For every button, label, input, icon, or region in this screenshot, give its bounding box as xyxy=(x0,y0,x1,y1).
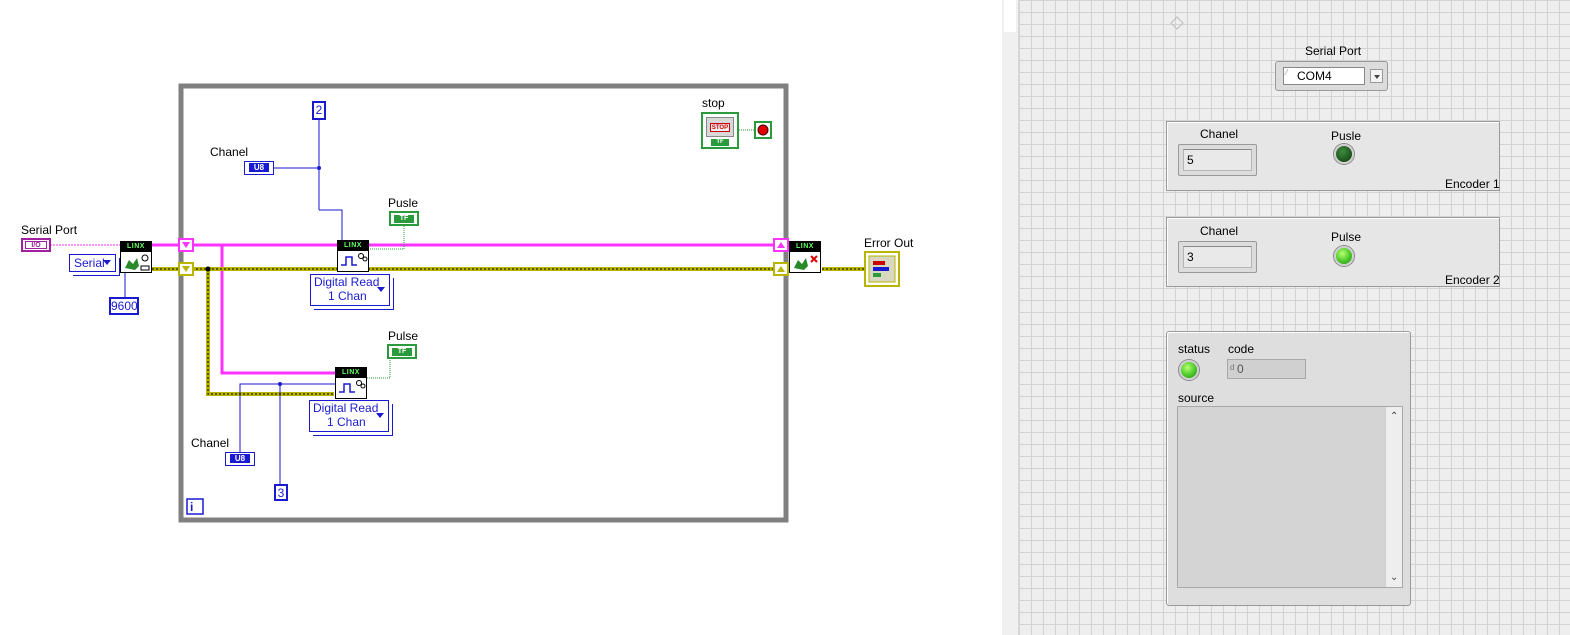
serial-mode-ring[interactable]: Serial xyxy=(69,254,116,272)
stop-button-terminal[interactable]: STOP TF xyxy=(701,112,739,149)
chevron-up-icon[interactable]: ⌃ xyxy=(1390,411,1398,422)
linx-close-vi[interactable]: LINX xyxy=(789,241,821,273)
linx-tag: LINX xyxy=(790,242,820,252)
digital-read-icon xyxy=(339,380,366,393)
serial-port-control[interactable]: ⁄ COM4 xyxy=(1275,61,1388,91)
encoder1-chanel-value[interactable]: 5 xyxy=(1183,149,1252,171)
numeric-radix-icon: d xyxy=(1230,363,1235,372)
stop-button-face: STOP xyxy=(706,117,734,137)
wire-layer xyxy=(50,83,864,523)
pusle-label: Pusle xyxy=(388,196,419,210)
u8-tag: U8 xyxy=(230,454,250,463)
encoder2-cluster[interactable]: Chanel 3 Pulse Encoder 2 xyxy=(1166,217,1500,287)
baud-rate-constant[interactable]: 9600 xyxy=(109,297,139,315)
pusle-indicator[interactable]: TF xyxy=(389,211,419,226)
refnum-wire[interactable] xyxy=(50,243,790,375)
pulse-indicator[interactable]: TF xyxy=(387,344,417,359)
digital-read-mode-ring-2[interactable]: Digital Read 1 Chan xyxy=(309,400,389,432)
chanel-bottom-terminal[interactable]: U8 xyxy=(225,452,255,466)
serial-mode-value: Serial xyxy=(74,256,105,270)
loop-condition-icon[interactable] xyxy=(754,121,772,139)
chanel-top-label: Chanel xyxy=(210,145,249,159)
serial-port-dropdown-button[interactable] xyxy=(1370,69,1383,83)
chanel-bottom-label: Chanel xyxy=(191,436,230,450)
serial-port-terminal[interactable]: I/O xyxy=(21,238,51,252)
linx-digital-read-vi-2[interactable]: LINX xyxy=(335,367,367,399)
tf-tag: TF xyxy=(711,139,729,146)
status-led[interactable] xyxy=(1179,360,1199,380)
encoder1-caption: Encoder 1 xyxy=(1445,177,1500,191)
boolean-wire[interactable] xyxy=(366,129,757,379)
chevron-down-icon xyxy=(1374,75,1380,79)
encoder2-chanel-control[interactable]: 3 xyxy=(1178,241,1257,273)
block-diagram: i Serial Port I/O Serial 9600 LINX Chane… xyxy=(0,0,1002,635)
encoder2-pulse-led[interactable] xyxy=(1334,246,1354,266)
code-label: code xyxy=(1228,342,1255,356)
io-icon: ⁄ xyxy=(1286,68,1288,77)
encoder2-chanel-label: Chanel xyxy=(1200,224,1239,238)
digital-read-icon xyxy=(341,253,368,266)
code-value: 0 xyxy=(1237,362,1244,376)
io-tag: I/O xyxy=(25,241,47,249)
linx-tag: LINX xyxy=(338,241,368,251)
encoder1-pulse-label: Pusle xyxy=(1331,129,1362,143)
front-panel: Serial Port ⁄ COM4 Chanel 5 Pusle Encode… xyxy=(1002,0,1570,635)
constant-2[interactable]: 2 xyxy=(312,101,326,120)
serial-port-value: COM4 xyxy=(1297,69,1332,83)
stop-label: stop xyxy=(702,96,725,110)
constant-3[interactable]: 3 xyxy=(274,484,288,501)
source-indicator[interactable]: ⌃ ⌄ xyxy=(1177,406,1403,588)
error-out-cluster[interactable]: status code d 0 source ⌃ ⌄ xyxy=(1166,331,1411,606)
error-cluster-icon xyxy=(868,255,896,283)
encoder1-chanel-label: Chanel xyxy=(1200,127,1239,141)
encoder1-chanel-control[interactable]: 5 xyxy=(1178,144,1257,176)
encoder1-pulse-led[interactable] xyxy=(1334,144,1354,164)
serial-port-label: Serial Port xyxy=(21,223,78,237)
status-label: status xyxy=(1178,342,1211,356)
encoder2-pulse-label: Pulse xyxy=(1331,230,1362,244)
front-panel-scrollbar[interactable] xyxy=(1002,0,1019,635)
linx-digital-read-vi-1[interactable]: LINX xyxy=(337,240,369,272)
chanel-top-terminal[interactable]: U8 xyxy=(244,161,274,175)
tf-tag: TF xyxy=(394,215,414,223)
while-loop-frame[interactable] xyxy=(178,83,789,523)
stop-tag: STOP xyxy=(710,123,730,132)
linx-open-icon xyxy=(125,254,150,271)
chevron-down-icon xyxy=(103,260,111,265)
error-out-label: Error Out xyxy=(864,236,914,250)
error-wire[interactable] xyxy=(152,266,864,396)
scrollbar-thumb[interactable] xyxy=(1004,0,1016,32)
encoder1-cluster[interactable]: Chanel 5 Pusle Encoder 1 xyxy=(1166,121,1500,191)
serial-port-field[interactable]: ⁄ COM4 xyxy=(1283,67,1365,85)
linx-open-vi[interactable]: LINX xyxy=(120,241,152,273)
pulse-label: Pulse xyxy=(388,329,419,343)
source-label: source xyxy=(1178,391,1215,405)
chevron-down-icon[interactable]: ⌄ xyxy=(1390,572,1398,583)
chevron-down-icon xyxy=(376,413,384,418)
chevron-down-icon xyxy=(377,287,385,292)
encoder2-caption: Encoder 2 xyxy=(1445,273,1500,287)
serial-port-label: Serial Port xyxy=(1305,44,1362,58)
linx-tag: LINX xyxy=(336,368,366,378)
linx-tag: LINX xyxy=(121,242,151,252)
u8-tag: U8 xyxy=(249,163,269,172)
linx-close-icon xyxy=(794,255,818,270)
source-scrollbar[interactable]: ⌃ ⌄ xyxy=(1385,407,1402,587)
code-indicator: d 0 xyxy=(1227,359,1306,379)
error-out-indicator[interactable] xyxy=(864,251,900,287)
digital-read-mode-ring-1[interactable]: Digital Read 1 Chan xyxy=(310,274,390,306)
encoder2-chanel-value[interactable]: 3 xyxy=(1183,246,1252,268)
origin-marker-icon xyxy=(1170,16,1184,30)
iteration-label: i xyxy=(190,500,194,514)
tf-tag: TF xyxy=(392,348,412,356)
